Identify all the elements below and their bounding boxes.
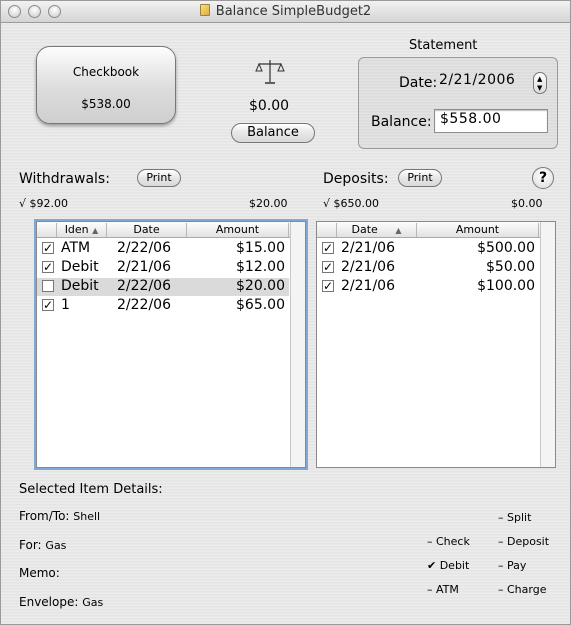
stepper-up-icon[interactable]: ▲ bbox=[537, 75, 542, 83]
envelope-row: Envelope: Gas bbox=[19, 595, 103, 609]
from-to-label: From/To: bbox=[19, 509, 70, 523]
row-checkbox[interactable]: ✓ bbox=[42, 242, 54, 254]
checkbook-amount: $538.00 bbox=[81, 97, 131, 111]
row-amount: $500.00 bbox=[477, 240, 535, 256]
withdrawals-table-header: Iden ▲ Date Amount bbox=[37, 222, 305, 238]
for-row: For: Gas bbox=[19, 538, 66, 552]
row-amount: $65.00 bbox=[236, 297, 285, 313]
window-title: Balance SimpleBudget2 bbox=[1, 4, 570, 19]
withdrawals-checked-total: √ $92.00 bbox=[19, 197, 68, 210]
check-column-header[interactable] bbox=[317, 223, 337, 237]
table-row[interactable]: ✓ 1 2/22/06 $65.00 bbox=[37, 297, 305, 315]
type-split: – Split bbox=[498, 511, 532, 524]
row-checkbox[interactable]: ✓ bbox=[42, 299, 54, 311]
table-row-selected[interactable]: Debit 2/22/06 $20.00 bbox=[37, 278, 289, 296]
envelope-label: Envelope: bbox=[19, 595, 79, 609]
table-row[interactable]: ✓ 2/21/06 $500.00 bbox=[317, 240, 555, 258]
date-stepper[interactable]: ▲ ▼ bbox=[533, 72, 547, 94]
row-iden: ATM bbox=[61, 240, 91, 256]
type-atm: – ATM bbox=[427, 583, 459, 596]
row-date: 2/21/06 bbox=[341, 240, 395, 256]
statement-date-label: Date: bbox=[399, 75, 438, 91]
type-pay: – Pay bbox=[498, 559, 527, 572]
withdrawals-print-button[interactable]: Print bbox=[137, 169, 181, 187]
document-icon bbox=[199, 4, 210, 16]
table-row[interactable]: ✓ ATM 2/22/06 $15.00 bbox=[37, 240, 305, 258]
type-debit: ✔ Debit bbox=[427, 559, 470, 572]
date-column-header[interactable]: Date bbox=[107, 223, 187, 237]
sort-ascending-icon: ▲ bbox=[395, 226, 402, 235]
balance-amount: $0.00 bbox=[249, 98, 290, 114]
withdrawals-scrollbar[interactable] bbox=[290, 222, 305, 467]
checkbook-button[interactable]: Checkbook $538.00 bbox=[36, 46, 176, 124]
iden-column-label: Iden bbox=[64, 223, 89, 236]
date-column-label: Date bbox=[351, 223, 378, 236]
balance-window: Balance SimpleBudget2 Checkbook $538.00 … bbox=[0, 0, 571, 625]
details-heading: Selected Item Details: bbox=[19, 482, 163, 497]
title-bar: Balance SimpleBudget2 bbox=[1, 1, 570, 23]
statement-group: Date: 2/21/2006 ▲ ▼ Balance: $558.00 bbox=[358, 57, 558, 149]
row-date: 2/22/06 bbox=[117, 240, 171, 256]
check-column-header[interactable] bbox=[37, 223, 57, 237]
row-date: 2/21/06 bbox=[341, 259, 395, 275]
window-title-text: Balance SimpleBudget2 bbox=[215, 4, 372, 19]
amount-column-header[interactable]: Amount bbox=[187, 223, 289, 237]
row-date: 2/22/06 bbox=[117, 278, 171, 294]
withdrawals-unchecked-total: $20.00 bbox=[249, 197, 288, 210]
row-amount: $100.00 bbox=[477, 278, 535, 294]
date-column-header[interactable]: Date ▲ bbox=[337, 223, 417, 237]
row-amount: $12.00 bbox=[236, 259, 285, 275]
row-checkbox[interactable]: ✓ bbox=[322, 242, 334, 254]
row-amount: $15.00 bbox=[236, 240, 285, 256]
deposits-table-header: Date ▲ Amount bbox=[317, 222, 555, 238]
row-checkbox[interactable]: ✓ bbox=[322, 261, 334, 273]
from-to-row: From/To: Shell bbox=[19, 509, 100, 523]
stepper-down-icon[interactable]: ▼ bbox=[537, 84, 542, 92]
deposits-scrollbar[interactable] bbox=[540, 222, 555, 467]
deposits-checked-total: √ $650.00 bbox=[323, 197, 379, 210]
row-checkbox[interactable] bbox=[42, 280, 54, 292]
sort-ascending-icon: ▲ bbox=[92, 226, 99, 235]
checkbook-label: Checkbook bbox=[72, 65, 140, 79]
memo-label: Memo: bbox=[19, 566, 60, 580]
row-checkbox[interactable]: ✓ bbox=[322, 280, 334, 292]
type-deposit: – Deposit bbox=[498, 535, 550, 548]
type-charge: – Charge bbox=[498, 583, 547, 596]
deposits-print-button[interactable]: Print bbox=[398, 169, 442, 187]
iden-column-header[interactable]: Iden ▲ bbox=[57, 223, 107, 237]
amount-column-header[interactable]: Amount bbox=[417, 223, 539, 237]
row-checkbox[interactable]: ✓ bbox=[42, 261, 54, 273]
deposits-label: Deposits: bbox=[323, 171, 389, 187]
table-row[interactable]: ✓ Debit 2/21/06 $12.00 bbox=[37, 259, 305, 277]
row-date: 2/21/06 bbox=[341, 278, 395, 294]
withdrawals-label: Withdrawals: bbox=[19, 171, 110, 187]
type-check: – Check bbox=[427, 535, 470, 548]
memo-row: Memo: bbox=[19, 566, 60, 580]
row-iden: Debit bbox=[61, 278, 99, 294]
row-iden: Debit bbox=[61, 259, 99, 275]
for-value: Gas bbox=[45, 539, 67, 552]
statement-balance-label: Balance: bbox=[371, 114, 432, 130]
deposits-table[interactable]: Date ▲ Amount ✓ 2/21/06 $500.00 ✓ 2/21/0… bbox=[316, 221, 556, 468]
from-to-value: Shell bbox=[73, 510, 101, 523]
statement-balance-field[interactable]: $558.00 bbox=[434, 109, 548, 133]
help-button[interactable]: ? bbox=[532, 167, 554, 189]
row-iden: 1 bbox=[61, 297, 70, 313]
envelope-value: Gas bbox=[82, 596, 104, 609]
row-amount: $50.00 bbox=[486, 259, 535, 275]
scale-icon bbox=[255, 60, 285, 84]
row-amount: $20.00 bbox=[236, 278, 285, 294]
row-date: 2/21/06 bbox=[117, 259, 171, 275]
table-row[interactable]: ✓ 2/21/06 $50.00 bbox=[317, 259, 555, 277]
statement-title: Statement bbox=[409, 38, 478, 53]
for-label: For: bbox=[19, 538, 42, 552]
balance-button[interactable]: Balance bbox=[231, 123, 315, 143]
deposits-unchecked-total: $0.00 bbox=[511, 197, 543, 210]
table-row[interactable]: ✓ 2/21/06 $100.00 bbox=[317, 278, 555, 296]
row-date: 2/22/06 bbox=[117, 297, 171, 313]
withdrawals-table[interactable]: Iden ▲ Date Amount ✓ ATM 2/22/06 $15.00 … bbox=[36, 221, 306, 468]
statement-date-field[interactable]: 2/21/2006 bbox=[434, 71, 532, 95]
